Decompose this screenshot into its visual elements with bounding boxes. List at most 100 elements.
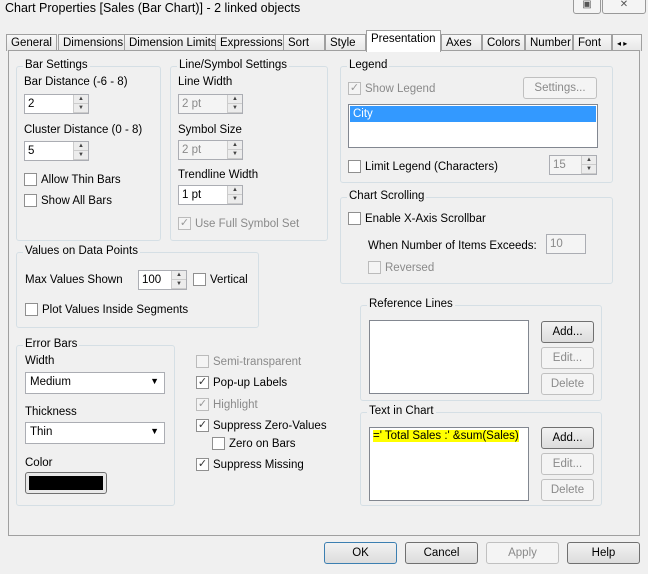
thickness-dropdown[interactable]: Thin ▼ bbox=[25, 422, 165, 444]
label: Allow Thin Bars bbox=[41, 173, 121, 186]
items-exceed-label: When Number of Items Exceeds: bbox=[368, 240, 537, 252]
restore-icon[interactable]: ▣ bbox=[573, 0, 601, 14]
group-label: Line/Symbol Settings bbox=[177, 59, 290, 71]
group-label: Values on Data Points bbox=[23, 245, 140, 257]
cluster-distance-input[interactable]: 5 ▲ ▼ bbox=[24, 141, 89, 161]
symbol-size-label: Symbol Size bbox=[178, 124, 242, 136]
tab-general[interactable]: General bbox=[6, 34, 57, 51]
tab-colors[interactable]: Colors bbox=[482, 34, 525, 51]
group-label: Error Bars bbox=[23, 338, 80, 350]
text-in-chart-item[interactable]: =' Total Sales :' &sum(Sales) bbox=[373, 430, 519, 442]
label: Highlight bbox=[213, 398, 258, 411]
zero-on-bars-checkbox[interactable]: Zero on Bars bbox=[212, 437, 295, 450]
label: Use Full Symbol Set bbox=[195, 217, 300, 230]
group-label: Legend bbox=[347, 59, 390, 71]
value: 2 pt bbox=[182, 98, 202, 110]
symbol-size-input[interactable]: 2 pt ▲ ▼ bbox=[178, 140, 243, 160]
add-reference-line-button[interactable]: Add... bbox=[541, 321, 594, 343]
legend-settings-button[interactable]: Settings... bbox=[523, 77, 597, 99]
suppress-zero-values-checkbox[interactable]: ✓ Suppress Zero-Values bbox=[196, 419, 327, 432]
value: Thin bbox=[30, 426, 53, 438]
value: 2 pt bbox=[182, 144, 202, 156]
text-in-chart-group: Text in Chart =' Total Sales :' &sum(Sal… bbox=[360, 405, 602, 506]
limit-legend-input[interactable]: 15 ▲ ▼ bbox=[549, 155, 597, 175]
chart-scrolling-group: Chart Scrolling Enable X-Axis Scrollbar … bbox=[340, 190, 613, 284]
line-width-label: Line Width bbox=[178, 76, 233, 88]
vertical-checkbox[interactable]: Vertical bbox=[193, 273, 248, 286]
value: 2 bbox=[28, 98, 35, 110]
limit-legend-checkbox[interactable]: Limit Legend (Characters) bbox=[348, 160, 498, 173]
value: 1 pt bbox=[182, 189, 202, 201]
width-label: Width bbox=[25, 355, 55, 367]
tab-scroll-arrows[interactable]: ◂ ▸ bbox=[612, 34, 642, 51]
delete-text-button[interactable]: Delete bbox=[541, 479, 594, 501]
highlight-checkbox[interactable]: ✓ Highlight bbox=[196, 398, 258, 411]
bar-distance-input[interactable]: 2 ▲ ▼ bbox=[24, 94, 89, 114]
cancel-button[interactable]: Cancel bbox=[405, 542, 478, 564]
use-full-symbol-set-checkbox[interactable]: ✓ Use Full Symbol Set bbox=[178, 217, 299, 230]
show-all-bars-checkbox[interactable]: Show All Bars bbox=[24, 194, 112, 207]
reference-lines-group: Reference Lines Add... Edit... Delete bbox=[360, 298, 602, 401]
window-title: Chart Properties [Sales (Bar Chart)] - 2… bbox=[5, 1, 301, 15]
suppress-missing-checkbox[interactable]: ✓ Suppress Missing bbox=[196, 458, 304, 471]
value: 10 bbox=[550, 238, 563, 250]
popup-labels-checkbox[interactable]: ✓ Pop-up Labels bbox=[196, 376, 287, 389]
line-symbol-settings-group: Line/Symbol Settings Line Width 2 pt ▲ ▼ S… bbox=[170, 59, 328, 241]
text-in-chart-list[interactable]: =' Total Sales :' &sum(Sales) bbox=[369, 427, 529, 501]
trendline-width-input[interactable]: 1 pt ▲ ▼ bbox=[178, 185, 243, 205]
reversed-checkbox[interactable]: Reversed bbox=[368, 261, 434, 274]
values-on-data-points-group: Values on Data Points Max Values Shown 1… bbox=[16, 245, 259, 328]
cluster-distance-label: Cluster Distance (0 - 8) bbox=[24, 124, 143, 136]
label: Show All Bars bbox=[41, 194, 112, 207]
width-dropdown[interactable]: Medium ▼ bbox=[25, 372, 165, 394]
tab-dimensions[interactable]: Dimensions bbox=[58, 34, 129, 51]
edit-text-button[interactable]: Edit... bbox=[541, 453, 594, 475]
close-icon[interactable]: ✕ bbox=[602, 0, 646, 14]
plot-values-inside-segments-checkbox[interactable]: Plot Values Inside Segments bbox=[25, 303, 188, 316]
label: Show Legend bbox=[365, 82, 436, 95]
tab-axes[interactable]: Axes bbox=[441, 34, 482, 51]
label: Zero on Bars bbox=[229, 437, 296, 450]
label: Semi-transparent bbox=[213, 355, 302, 368]
chevron-down-icon: ▼ bbox=[150, 426, 159, 436]
bar-settings-group: Bar Settings Bar Distance (-6 - 8) 2 ▲ ▼ C… bbox=[16, 59, 161, 241]
trendline-width-label: Trendline Width bbox=[178, 169, 259, 181]
tab-sort[interactable]: Sort bbox=[283, 34, 325, 51]
value: 15 bbox=[553, 159, 566, 171]
tab-dimension-limits[interactable]: Dimension Limits bbox=[124, 34, 222, 51]
legend-list[interactable]: City bbox=[348, 104, 598, 148]
label: Suppress Missing bbox=[213, 458, 304, 471]
tab-font[interactable]: Font bbox=[573, 34, 612, 51]
add-text-button[interactable]: Add... bbox=[541, 427, 594, 449]
allow-thin-bars-checkbox[interactable]: Allow Thin Bars bbox=[24, 173, 121, 186]
value: 5 bbox=[28, 145, 35, 157]
bar-distance-label: Bar Distance (-6 - 8) bbox=[24, 76, 128, 88]
semi-transparent-checkbox[interactable]: Semi-transparent bbox=[196, 355, 301, 368]
group-label: Reference Lines bbox=[367, 298, 455, 310]
value: Medium bbox=[30, 376, 71, 388]
edit-reference-line-button[interactable]: Edit... bbox=[541, 347, 594, 369]
help-button[interactable]: Help bbox=[567, 542, 640, 564]
label: Reversed bbox=[385, 261, 435, 274]
color-swatch-button[interactable] bbox=[25, 472, 107, 494]
error-bars-group: Error Bars Width Medium ▼ Thickness Thin ▼… bbox=[16, 338, 175, 506]
delete-reference-line-button[interactable]: Delete bbox=[541, 373, 594, 395]
group-label: Text in Chart bbox=[367, 405, 436, 417]
max-values-input[interactable]: 100 ▲ ▼ bbox=[138, 270, 187, 290]
ok-button[interactable]: OK bbox=[324, 542, 397, 564]
apply-button[interactable]: Apply bbox=[486, 542, 559, 564]
label: Suppress Zero-Values bbox=[213, 419, 327, 432]
tab-presentation[interactable]: Presentation bbox=[366, 30, 441, 52]
reference-lines-list[interactable] bbox=[369, 320, 529, 394]
max-values-label: Max Values Shown bbox=[25, 274, 123, 286]
line-width-input[interactable]: 2 pt ▲ ▼ bbox=[178, 94, 243, 114]
items-exceed-input[interactable]: 10 bbox=[546, 234, 586, 254]
legend-list-item[interactable]: City bbox=[350, 106, 596, 122]
tab-style[interactable]: Style bbox=[325, 34, 366, 51]
tab-number[interactable]: Number bbox=[525, 34, 573, 51]
enable-x-axis-scrollbar-checkbox[interactable]: Enable X-Axis Scrollbar bbox=[348, 212, 486, 225]
tab-expressions[interactable]: Expressions bbox=[215, 34, 288, 51]
show-legend-checkbox[interactable]: ✓ Show Legend bbox=[348, 82, 435, 95]
label: Enable X-Axis Scrollbar bbox=[365, 212, 486, 225]
value: 100 bbox=[142, 274, 162, 286]
